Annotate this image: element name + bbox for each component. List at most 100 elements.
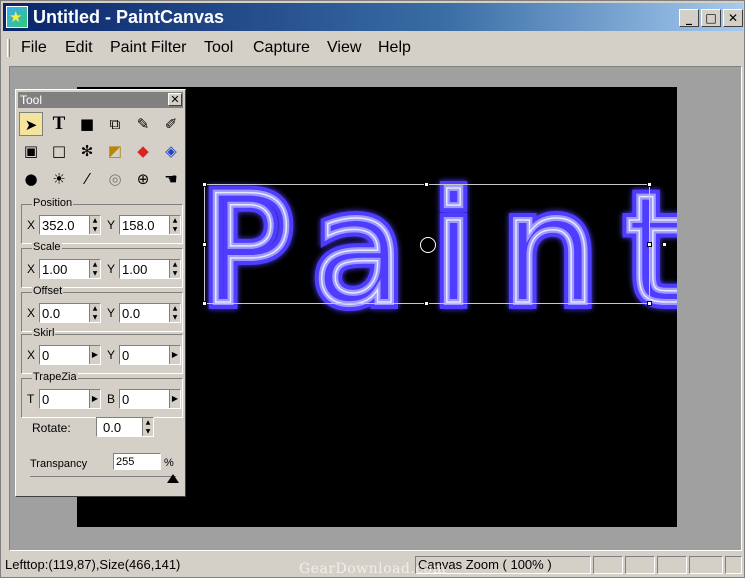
- resize-handle-tr[interactable]: [647, 182, 652, 187]
- trapezia-b-input[interactable]: 0 ▶: [119, 389, 181, 409]
- scale-x-spinner[interactable]: ▲ ▼: [89, 260, 100, 278]
- status-pane-3: [657, 556, 687, 574]
- trapezia-b-value: 0: [122, 392, 130, 407]
- trapezia-t-input[interactable]: 0 ▶: [39, 389, 101, 409]
- trapezia-label: TrapeZia: [32, 371, 78, 384]
- title-bar[interactable]: ★ Untitled - PaintCanvas _ □ ✕: [3, 3, 743, 31]
- position-group: Position X 352.0 ▲ ▼ Y 158.0 ▲ ▼: [21, 197, 183, 244]
- rotate-input[interactable]: 0.0 ▲ ▼: [96, 417, 154, 437]
- scale-x-label: X: [27, 262, 36, 276]
- tool-panel-title-bar[interactable]: Tool ✕: [18, 92, 183, 108]
- position-y-spinner[interactable]: ▲ ▼: [169, 216, 180, 234]
- trapezia-t-value: 0: [42, 392, 50, 407]
- transparency-input[interactable]: 255: [113, 453, 161, 470]
- resize-handle-br[interactable]: [647, 301, 652, 306]
- scale-x-input[interactable]: 1.00 ▲ ▼: [39, 259, 101, 279]
- position-x-value: 352.0: [42, 218, 75, 233]
- position-x-label: X: [27, 218, 36, 232]
- rotate-label: Rotate:: [32, 421, 71, 435]
- trapezia-t-label: T: [27, 392, 35, 406]
- tool-panel-title: Tool: [20, 93, 43, 107]
- resize-handle-l[interactable]: [202, 242, 207, 247]
- rectangle-outline-icon[interactable]: □: [47, 139, 71, 163]
- scale-y-label: Y: [107, 262, 116, 276]
- transform-icon[interactable]: ⧉: [103, 112, 127, 136]
- tool-panel-close-button[interactable]: ✕: [168, 93, 182, 106]
- skirl-x-input[interactable]: 0 ▶: [39, 345, 101, 365]
- position-x-input[interactable]: 352.0 ▲ ▼: [39, 215, 101, 235]
- menu-view[interactable]: View: [327, 39, 361, 57]
- menu-tool[interactable]: Tool: [204, 39, 233, 57]
- skirl-y-value: 0: [122, 348, 130, 363]
- resize-handle-r[interactable]: [647, 242, 652, 247]
- menu-grip: [7, 39, 10, 57]
- eyedropper-icon[interactable]: ⁄: [75, 167, 99, 191]
- rotate-value: 0.0: [103, 420, 122, 435]
- pointer-tool-icon[interactable]: ➤: [19, 112, 43, 136]
- skirl-x-value: 0: [42, 348, 50, 363]
- trapezia-t-arrow[interactable]: ▶: [89, 390, 100, 408]
- skirl-group: Skirl X 0 ▶ Y 0 ▶: [21, 327, 183, 374]
- menu-help[interactable]: Help: [378, 39, 411, 57]
- rotate-spinner[interactable]: ▲ ▼: [142, 418, 153, 436]
- rectangle-fill-icon[interactable]: ■: [75, 112, 99, 136]
- minimize-button[interactable]: _: [679, 9, 699, 27]
- menu-edit[interactable]: Edit: [65, 39, 93, 57]
- transparency-label: Transpancy: [30, 458, 88, 470]
- hand-icon[interactable]: ☚: [159, 167, 183, 191]
- transparency-slider-track[interactable]: [30, 476, 176, 477]
- skirl-x-label: X: [27, 348, 36, 362]
- scale-y-input[interactable]: 1.00 ▲ ▼: [119, 259, 181, 279]
- maximize-button[interactable]: □: [701, 9, 721, 27]
- offset-y-spinner[interactable]: ▲ ▼: [169, 304, 180, 322]
- menu-paint-filter[interactable]: Paint Filter: [110, 39, 186, 57]
- skirl-y-arrow[interactable]: ▶: [169, 346, 180, 364]
- close-button[interactable]: ✕: [723, 9, 743, 27]
- offset-y-label: Y: [107, 306, 116, 320]
- menu-file[interactable]: File: [21, 39, 47, 57]
- smudge-icon[interactable]: ◎: [103, 167, 127, 191]
- status-selection-info: Lefttop:(119,87),Size(466,141): [5, 557, 181, 572]
- resize-handle-t[interactable]: [424, 182, 429, 187]
- app-icon: ★: [6, 6, 28, 28]
- scale-group: Scale X 1.00 ▲ ▼ Y 1.00 ▲ ▼: [21, 241, 183, 288]
- position-y-input[interactable]: 158.0 ▲ ▼: [119, 215, 181, 235]
- offset-label: Offset: [32, 285, 64, 298]
- transparency-unit: %: [164, 457, 174, 469]
- resize-handle-bl[interactable]: [202, 301, 207, 306]
- skirl-x-arrow[interactable]: ▶: [89, 346, 100, 364]
- position-x-spinner[interactable]: ▲ ▼: [89, 216, 100, 234]
- position-y-label: Y: [107, 218, 116, 232]
- zoom-icon[interactable]: ⊕: [131, 167, 155, 191]
- resize-handle-tl[interactable]: [202, 182, 207, 187]
- color-bucket-icon[interactable]: ◈: [159, 139, 183, 163]
- skirl-y-label: Y: [107, 348, 116, 362]
- scale-y-spinner[interactable]: ▲ ▼: [169, 260, 180, 278]
- scale-label: Scale: [32, 241, 62, 254]
- skirl-y-input[interactable]: 0 ▶: [119, 345, 181, 365]
- eraser-icon[interactable]: ◩: [103, 139, 127, 163]
- select-region-icon[interactable]: ▣: [19, 139, 43, 163]
- skirl-label: Skirl: [32, 327, 56, 340]
- offset-x-input[interactable]: 0.0 ▲ ▼: [39, 303, 101, 323]
- drop-icon[interactable]: ●: [19, 167, 43, 191]
- resize-handle-b[interactable]: [424, 301, 429, 306]
- brightness-icon[interactable]: ☀: [47, 167, 71, 191]
- rotation-center[interactable]: [420, 237, 436, 253]
- menu-bar: File Edit Paint Filter Tool Capture View…: [3, 33, 743, 63]
- text-tool-icon[interactable]: T: [47, 112, 71, 136]
- magic-wand-icon[interactable]: ✻: [75, 139, 99, 163]
- paint-bucket-icon[interactable]: ◆: [131, 139, 155, 163]
- status-pane-4: [689, 556, 723, 574]
- pen-add-icon[interactable]: ✎: [131, 112, 155, 136]
- transparency-slider-thumb[interactable]: [167, 474, 179, 483]
- offset-y-input[interactable]: 0.0 ▲ ▼: [119, 303, 181, 323]
- menu-capture[interactable]: Capture: [253, 39, 310, 57]
- trapezia-b-arrow[interactable]: ▶: [169, 390, 180, 408]
- rotate-handle[interactable]: [662, 242, 667, 247]
- offset-x-spinner[interactable]: ▲ ▼: [89, 304, 100, 322]
- pen-icon[interactable]: ✐: [159, 112, 183, 136]
- status-pane-2: [625, 556, 655, 574]
- offset-y-value: 0.0: [122, 306, 141, 321]
- status-pane-5: [725, 556, 742, 574]
